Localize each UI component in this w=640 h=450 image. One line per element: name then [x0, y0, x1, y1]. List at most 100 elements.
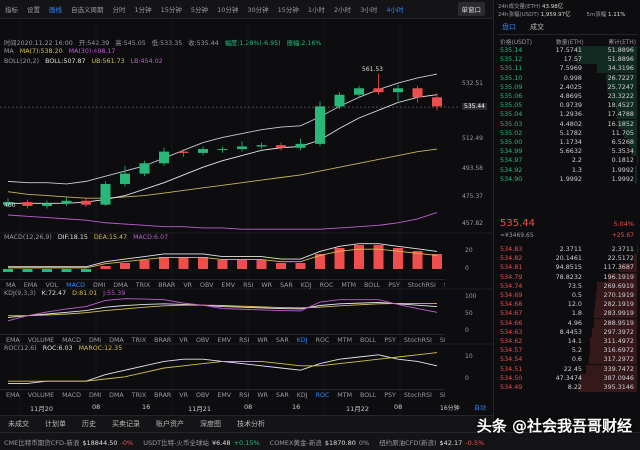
indicator-btn-psy[interactable]: PSY: [384, 392, 396, 399]
indicator-btn-ema[interactable]: EMA: [24, 282, 38, 289]
bid-row[interactable]: 534.57 5.2 316.6972: [498, 346, 637, 356]
tab-trades[interactable]: 成交: [530, 22, 544, 32]
bid-row[interactable]: 534.50 47.3474 387.0946: [498, 373, 637, 383]
bid-row[interactable]: 534.67 1.8 283.9919: [498, 309, 637, 319]
toolbar-item-13[interactable]: 3小时: [360, 4, 377, 14]
indicator-btn-dmi[interactable]: DMI: [89, 392, 101, 399]
indicator-btn-trix[interactable]: TRIX: [132, 337, 146, 344]
candle-body[interactable]: [22, 202, 33, 206]
toolbar-item-1[interactable]: 设置: [27, 4, 40, 14]
window-selector[interactable]: 单窗口: [457, 2, 485, 16]
indicator-btn-kdj[interactable]: KDJ: [297, 337, 308, 344]
bottom-tab-0[interactable]: 未成交: [8, 419, 29, 429]
ask-row[interactable]: 534.92 1.3 1.9992: [498, 165, 637, 175]
candle-body[interactable]: [315, 106, 325, 144]
indicator-btn-ema[interactable]: EMA: [6, 337, 20, 344]
indicator-btn-dmi[interactable]: DMI: [93, 282, 105, 289]
ask-row[interactable]: 535.12 17.57 51.8896: [498, 55, 637, 65]
candlestick-chart[interactable]: [0, 19, 493, 415]
indicator-btn-vol[interactable]: VOL: [45, 282, 58, 289]
indicator-btn-wr[interactable]: WR: [257, 337, 268, 344]
ticker-item[interactable]: COMEX黄金-新浪 $1870.80 0%: [270, 437, 370, 447]
indicator-btn-stochrsi[interactable]: StochRSI: [404, 337, 432, 344]
ask-row[interactable]: 535.05 0.9739 18.4527: [498, 101, 637, 111]
candle-body[interactable]: [373, 88, 384, 93]
candle-body[interactable]: [120, 173, 130, 184]
indicator-btn-vr[interactable]: VR: [183, 282, 192, 289]
toolbar-item-9[interactable]: 30分钟: [247, 4, 268, 14]
indicator-btn-mtm[interactable]: MTM: [337, 392, 352, 399]
ask-row[interactable]: 535.10 0.998 26.7227: [498, 73, 637, 83]
indicator-btn-macd[interactable]: MACD: [66, 282, 85, 289]
indicator-btn-dma[interactable]: DMA: [109, 337, 124, 344]
indicator-btn-psy[interactable]: PSY: [388, 282, 400, 289]
bid-row[interactable]: 534.69 0.5 270.1919: [498, 291, 637, 300]
indicator-btn-stochrsi[interactable]: StochRSI: [404, 392, 432, 399]
indicator-btn-rsi[interactable]: RSI: [243, 282, 253, 289]
indicator-btn-mtm[interactable]: MTM: [337, 337, 352, 344]
toolbar-item-14[interactable]: 4小时: [386, 4, 403, 14]
tab-orderbook[interactable]: 盘口: [502, 22, 516, 32]
indicator-btn-kdj[interactable]: KDJ: [297, 392, 308, 399]
bid-row[interactable]: 534.66 4.96 288.9519: [498, 318, 637, 328]
candle-body[interactable]: [432, 97, 442, 107]
indicator-btn-wr[interactable]: WR: [261, 282, 272, 289]
candle-body[interactable]: [237, 146, 247, 150]
toolbar-item-5[interactable]: 1分钟: [135, 4, 152, 14]
indicator-btn-vr[interactable]: VR: [179, 392, 188, 399]
indicator-btn-sar[interactable]: SAR: [276, 392, 289, 399]
indicator-btn-mtm[interactable]: MTM: [341, 282, 356, 289]
indicator-btn-emv[interactable]: EMV: [217, 392, 231, 399]
indicator-btn-sar[interactable]: SAR: [280, 282, 293, 289]
bottom-tab-3[interactable]: 买卖记录: [112, 419, 140, 429]
ask-row[interactable]: 535.09 2.4025 25.7247: [498, 82, 637, 92]
indicator-btn-roc[interactable]: ROC: [320, 282, 334, 289]
indicator-btn-sar[interactable]: SAR: [276, 337, 289, 344]
indicator-btn-rsi[interactable]: RSI: [239, 337, 249, 344]
indicator-btn-rsi[interactable]: RSI: [239, 392, 249, 399]
ask-row[interactable]: 534.97 2.2 0.1812: [498, 156, 637, 166]
candle-body[interactable]: [198, 149, 208, 153]
indicator-btn-smi[interactable]: SMI: [440, 337, 445, 344]
toolbar-item-4[interactable]: 分时: [113, 4, 126, 14]
indicator-btn-dma[interactable]: DMA: [109, 392, 124, 399]
toolbar-item-11[interactable]: 1小时: [308, 4, 325, 14]
bottom-tab-4[interactable]: 账户资产: [156, 419, 184, 429]
bid-row[interactable]: 534.54 0.6 317.2972: [498, 355, 637, 365]
indicator-btn-obv[interactable]: OBV: [196, 392, 209, 399]
indicator-btn-obv[interactable]: OBV: [196, 337, 209, 344]
toolbar-item-12[interactable]: 2小时: [334, 4, 351, 14]
bottom-tab-5[interactable]: 深度图: [200, 419, 221, 429]
indicator-btn-obv[interactable]: OBV: [200, 282, 213, 289]
candle-body[interactable]: [100, 183, 111, 205]
bid-row[interactable]: 534.81 94.8515 117.3687: [498, 263, 637, 273]
bid-row[interactable]: 534.49 8.22 395.3146: [498, 383, 637, 392]
kdj-label[interactable]: KDJ(9,3,3): [4, 290, 36, 297]
candle-body[interactable]: [178, 151, 189, 153]
indicator-btn-volume[interactable]: VOLUME: [28, 337, 54, 344]
ask-row[interactable]: 535.03 4.4802 16.1852: [498, 119, 637, 129]
bid-row[interactable]: 534.79 78.8232 196.1919: [498, 272, 637, 282]
candle-body[interactable]: [393, 88, 403, 93]
indicator-btn-brar[interactable]: BRAR: [158, 282, 175, 289]
indicator-btn-brar[interactable]: BRAR: [154, 337, 171, 344]
bid-row[interactable]: 534.74 73.5 269.6919: [498, 281, 637, 291]
indicator-btn-boll[interactable]: BOLL: [360, 392, 376, 399]
bottom-tab-2[interactable]: 历史: [82, 419, 96, 429]
bid-row[interactable]: 534.68 12.0 282.1919: [498, 300, 637, 310]
indicator-btn-dma[interactable]: DMA: [113, 282, 128, 289]
ask-row[interactable]: 535.14 17.5741 51.8896: [498, 46, 637, 55]
bid-row[interactable]: 534.82 20.1461 22.5172: [498, 254, 637, 264]
bid-row[interactable]: 534.62 14.1 311.4972: [498, 337, 637, 346]
toolbar-item-6[interactable]: 15分钟: [161, 4, 182, 14]
indicator-btn-brar[interactable]: BRAR: [154, 392, 171, 399]
indicator-btn-emv[interactable]: EMV: [221, 282, 235, 289]
indicator-btn-macd[interactable]: MACD: [62, 337, 81, 344]
candle-body[interactable]: [354, 88, 364, 95]
indicator-btn-dmi[interactable]: DMI: [89, 337, 101, 344]
ask-row[interactable]: 535.04 1.2936 17.4788: [498, 110, 637, 120]
indicator-btn-wr[interactable]: WR: [257, 392, 268, 399]
toolbar-item-2[interactable]: 画线: [49, 4, 62, 14]
candle-body[interactable]: [334, 94, 345, 107]
toolbar-item-3[interactable]: 自选义周期: [71, 4, 104, 14]
